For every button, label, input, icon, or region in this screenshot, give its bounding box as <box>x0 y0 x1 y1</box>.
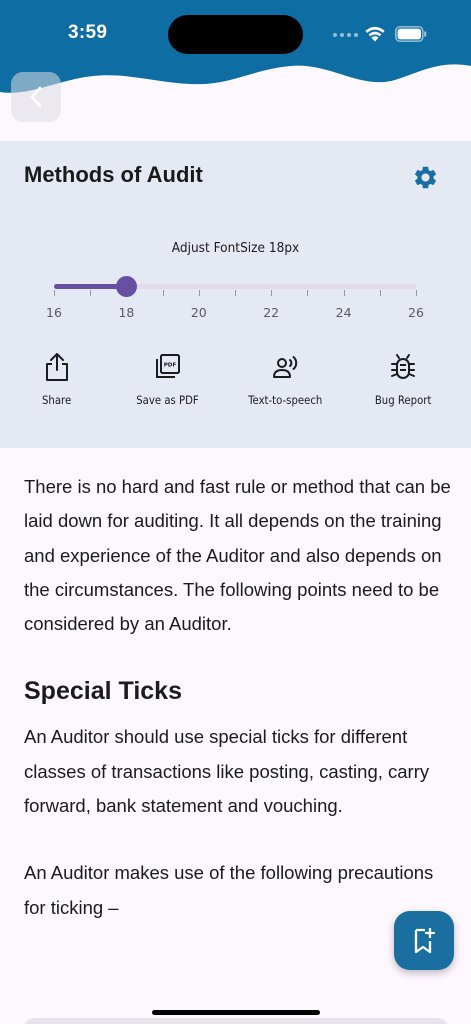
pdf-icon: PDF <box>156 354 180 378</box>
slider-tick <box>90 290 92 296</box>
slider-tick-label: 20 <box>190 305 207 320</box>
slider-tick <box>416 290 417 296</box>
wifi-icon <box>365 26 385 42</box>
gear-icon[interactable] <box>412 164 439 191</box>
slider-tick <box>271 290 273 296</box>
battery-icon <box>395 26 427 42</box>
bug-report-label: Bug Report <box>374 393 432 407</box>
slider-tick <box>162 290 164 296</box>
share-label: Share <box>42 393 72 407</box>
article-intro-paragraph: There is no hard and fast rule or method… <box>24 476 451 635</box>
section-heading: Special Ticks <box>24 677 182 706</box>
dynamic-island <box>168 15 303 54</box>
share-button[interactable]: Share <box>0 352 117 407</box>
font-size-label: Adjust FontSize 18px <box>171 240 300 256</box>
svg-text:PDF: PDF <box>164 363 177 369</box>
chevron-left-icon <box>30 86 42 108</box>
font-size-slider[interactable] <box>54 276 417 298</box>
page-title: Methods of Audit <box>24 162 203 187</box>
slider-tick <box>307 290 309 296</box>
section-paragraph: An Auditor should use special ticks for … <box>24 726 430 817</box>
cellular-signal-icon <box>333 33 358 37</box>
article-content: There is no hard and fast rule or method… <box>24 470 454 925</box>
back-button[interactable] <box>11 72 61 122</box>
slider-tick-label: 22 <box>263 305 280 320</box>
bug-report-button[interactable]: Bug Report <box>343 352 463 407</box>
speaker-icon <box>273 356 298 378</box>
slider-tick <box>198 290 200 296</box>
slider-tick <box>54 290 55 296</box>
share-icon <box>46 353 68 381</box>
bookmark-add-icon <box>414 927 436 953</box>
home-indicator <box>152 1010 320 1015</box>
add-bookmark-button[interactable] <box>394 911 454 970</box>
slider-thumb[interactable] <box>116 276 138 297</box>
text-to-speech-label: Text-to-speech <box>247 393 323 407</box>
status-time: 3:59 <box>68 22 108 43</box>
section-paragraph: An Auditor makes use of the following pr… <box>24 862 434 918</box>
save-as-pdf-label: Save as PDF <box>135 393 199 407</box>
text-to-speech-button[interactable]: Text-to-speech <box>225 352 345 407</box>
bottom-sheet-edge <box>24 1018 448 1024</box>
slider-tick-label: 18 <box>118 305 135 320</box>
action-row: Share PDF Save as PDF Text-to-speech Bug… <box>0 352 471 412</box>
slider-tick <box>235 290 236 296</box>
save-as-pdf-button[interactable]: PDF Save as PDF <box>107 352 227 407</box>
slider-tick-label: 26 <box>408 305 424 320</box>
slider-tick-label: 24 <box>335 305 352 320</box>
slider-tick <box>343 290 345 296</box>
slider-tick <box>379 290 381 296</box>
bug-icon <box>391 354 415 379</box>
slider-tick-label: 16 <box>46 305 62 320</box>
